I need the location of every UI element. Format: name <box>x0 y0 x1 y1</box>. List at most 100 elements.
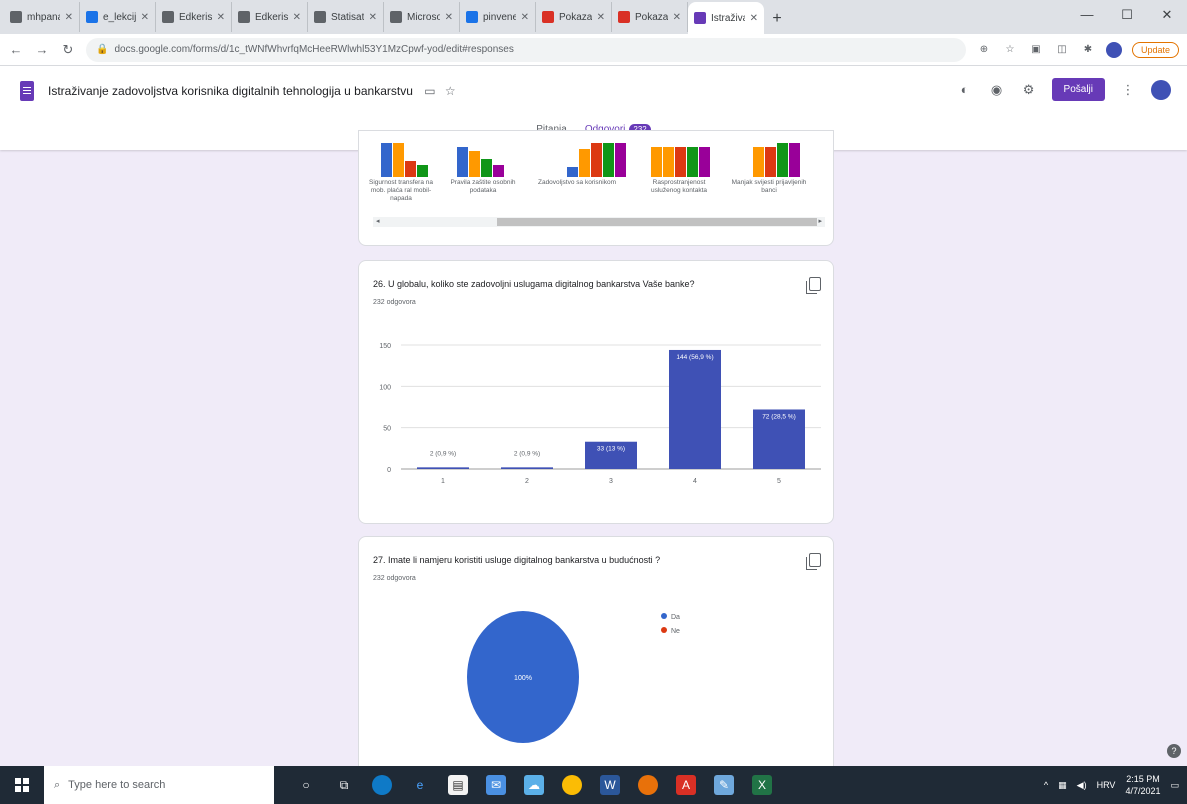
url-input[interactable]: 🔒 docs.google.com/forms/d/1c_tWNfWhvrfqM… <box>86 37 966 62</box>
chrome-icon[interactable] <box>562 775 582 795</box>
q25-bar <box>699 147 710 177</box>
tray-chevron-icon[interactable]: ^ <box>1044 780 1048 790</box>
q25-bar <box>405 161 416 177</box>
taskbar-apps: ○ ⧉ e ▤ ✉ ☁ W A ✎ X <box>296 775 772 795</box>
firefox-icon[interactable] <box>638 775 658 795</box>
taskbar-search[interactable]: ⌕ Type here to search <box>44 766 274 804</box>
browser-tab[interactable]: Statisatin ✕ <box>308 2 384 32</box>
scroll-left-arrow[interactable]: ◂ <box>376 217 380 227</box>
q25-bar <box>567 167 578 177</box>
edge-icon[interactable] <box>372 775 392 795</box>
extension-icon[interactable]: ◫ <box>1054 42 1070 58</box>
folder-icon[interactable]: ▭ <box>424 84 435 98</box>
update-button[interactable]: Update <box>1131 41 1179 58</box>
start-button[interactable] <box>0 766 44 804</box>
question-title: 26. U globalu, koliko ste zadovoljni usl… <box>373 279 695 289</box>
copy-chart-icon[interactable] <box>806 553 821 570</box>
scroll-right-arrow[interactable]: ▸ <box>818 217 822 227</box>
notifications-icon[interactable]: ▭ <box>1170 780 1179 791</box>
q27-pie-chart: 100% <box>467 611 579 743</box>
tab-close-icon[interactable]: ✕ <box>521 12 529 23</box>
q26-bar-chart: 0 50 100 150 2 (0,9 %) 1 2 (0,9 %) 2 33 (13 %) 3 1… <box>379 343 821 485</box>
preview-eye-icon[interactable]: ◉ <box>988 81 1006 99</box>
q25-bar <box>603 143 614 177</box>
tab-title: Pokazatelj <box>559 11 592 23</box>
y-tick-label: 150 <box>379 343 391 350</box>
tab-close-icon[interactable]: ✕ <box>293 12 301 23</box>
acrobat-icon[interactable]: A <box>676 775 696 795</box>
palette-icon[interactable]: ◐ <box>956 81 974 99</box>
pie-legend: Da Ne <box>661 611 680 639</box>
x-tick-label: 5 <box>777 478 781 485</box>
cortana-icon[interactable]: ○ <box>296 775 316 795</box>
zoom-icon[interactable]: ⊕ <box>976 42 992 58</box>
onedrive-icon[interactable]: ☁ <box>524 775 544 795</box>
q25-bar <box>579 149 590 177</box>
tab-close-icon[interactable]: ✕ <box>369 12 377 23</box>
new-tab-button[interactable]: + <box>764 4 790 34</box>
tab-favicon-icon <box>694 12 706 24</box>
browser-tab[interactable]: e_lekcija_bro ✕ <box>80 2 156 32</box>
tab-close-icon[interactable]: ✕ <box>217 12 225 23</box>
chart-scrollbar[interactable]: ◂ ▸ <box>373 217 825 227</box>
language-indicator[interactable]: HRV <box>1097 780 1116 790</box>
settings-gear-icon[interactable]: ⚙ <box>1020 81 1038 99</box>
star-icon[interactable]: ☆ <box>445 84 456 98</box>
reload-icon[interactable]: ↻ <box>60 42 76 58</box>
browser-tab[interactable]: Pokazatelj ✕ <box>612 2 688 32</box>
excel-icon[interactable]: X <box>752 775 772 795</box>
tab-title: Edkeris kor <box>179 11 212 23</box>
tab-title: Pokazatelj <box>635 11 668 23</box>
mail-icon[interactable]: ✉ <box>486 775 506 795</box>
browser-tab[interactable]: Edkeris 2i ✕ <box>232 2 308 32</box>
tab-title: e_lekcija_bro <box>103 11 136 23</box>
copy-chart-icon[interactable] <box>806 277 821 294</box>
ie-icon[interactable]: e <box>410 775 430 795</box>
question-title: 27. Imate li namjeru koristiti usluge di… <box>373 555 661 565</box>
browser-tab[interactable]: Pokazatelj ✕ <box>536 2 612 32</box>
tab-close-icon[interactable]: ✕ <box>750 13 758 24</box>
q26-bar <box>417 467 469 469</box>
profile-avatar-icon[interactable] <box>1105 41 1122 58</box>
legend-dot <box>661 627 667 633</box>
tab-close-icon[interactable]: ✕ <box>445 12 453 23</box>
forward-icon[interactable]: → <box>34 42 50 57</box>
back-icon[interactable]: ← <box>8 42 24 57</box>
more-vert-icon[interactable]: ⋮ <box>1119 81 1137 99</box>
legend-label: Ne <box>671 628 680 635</box>
clock-time: 2:15 PM <box>1126 774 1160 784</box>
maximize-icon[interactable]: ☐ <box>1107 0 1147 30</box>
close-window-icon[interactable]: ✕ <box>1147 0 1187 30</box>
tab-close-icon[interactable]: ✕ <box>65 12 73 23</box>
puzzle-icon[interactable]: ✱ <box>1080 42 1096 58</box>
window-controls: — ☐ ✕ <box>1067 0 1187 30</box>
q26-data-label: 2 (0,9 %) <box>430 450 456 457</box>
avatar[interactable] <box>1151 79 1171 100</box>
x-tick-label: 1 <box>441 478 445 485</box>
browser-tab[interactable]: mhpanasic ✕ <box>4 2 80 32</box>
clock[interactable]: 2:15 PM 4/7/2021 <box>1125 773 1160 797</box>
bookmark-star-icon[interactable]: ☆ <box>1002 42 1018 58</box>
task-view-icon[interactable]: ⧉ <box>334 775 354 795</box>
network-icon[interactable]: ▦ <box>1058 780 1067 791</box>
paint-icon[interactable]: ✎ <box>714 775 734 795</box>
form-title[interactable]: Istraživanje zadovoljstva korisnika digi… <box>48 84 456 98</box>
tab-close-icon[interactable]: ✕ <box>141 12 149 23</box>
store-icon[interactable]: ▤ <box>448 775 468 795</box>
browser-tab[interactable]: Microsoft W ✕ <box>384 2 460 32</box>
browser-tab[interactable]: pinvene ✕ <box>460 2 536 32</box>
browser-tab[interactable]: Istraživanje ✕ <box>688 2 764 34</box>
minimize-icon[interactable]: — <box>1067 0 1107 30</box>
tab-close-icon[interactable]: ✕ <box>597 12 605 23</box>
browser-tab[interactable]: Edkeris kor ✕ <box>156 2 232 32</box>
help-icon[interactable]: ? <box>1167 744 1181 758</box>
legend-dot <box>661 613 667 619</box>
q25-bar <box>393 143 404 177</box>
word-icon[interactable]: W <box>600 775 620 795</box>
extension-icon[interactable]: ▣ <box>1028 42 1044 58</box>
volume-icon[interactable]: ◀) <box>1077 780 1087 791</box>
scrollbar-thumb[interactable] <box>497 218 817 226</box>
tab-close-icon[interactable]: ✕ <box>673 12 681 23</box>
forms-logo-icon[interactable] <box>20 81 34 101</box>
send-button[interactable]: Pošalji <box>1051 78 1105 101</box>
